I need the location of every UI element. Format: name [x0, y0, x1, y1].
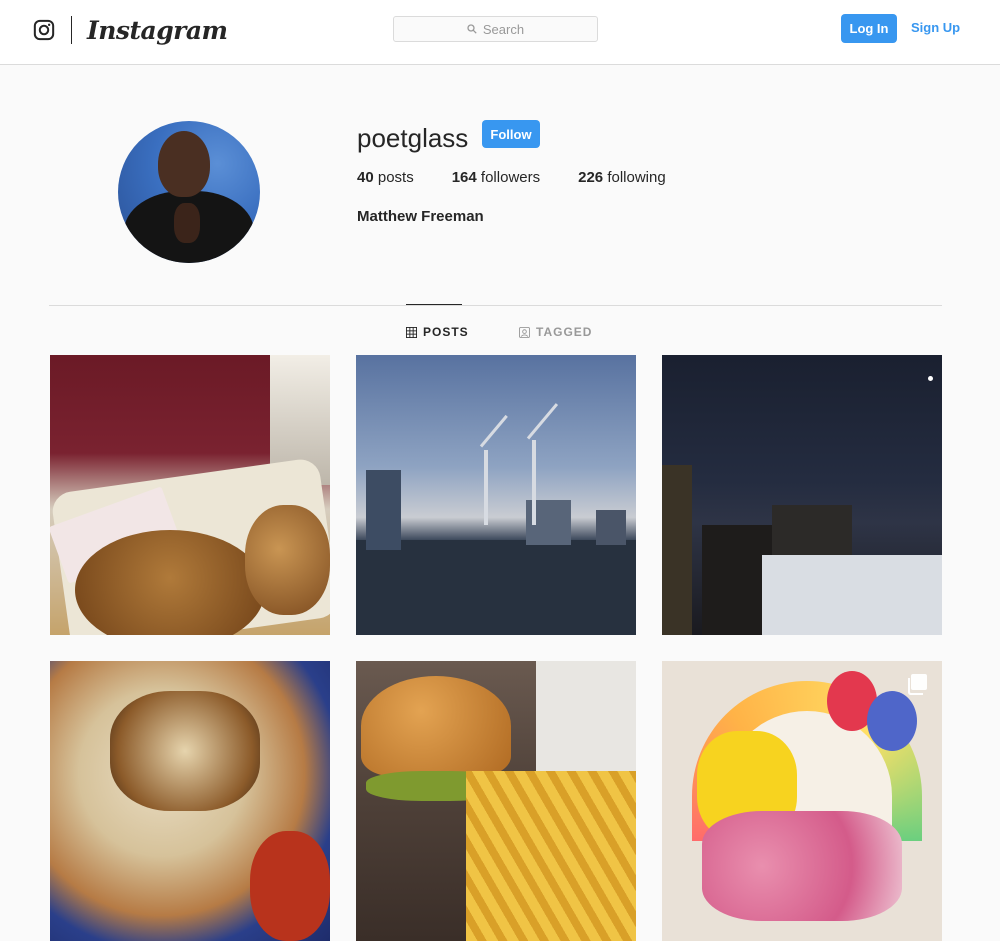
post-photo-shape	[867, 691, 917, 751]
profile-avatar[interactable]	[118, 121, 260, 263]
post-photo-shape	[466, 771, 636, 941]
post-thumbnail[interactable]	[356, 661, 636, 941]
post-photo-shape	[536, 661, 636, 771]
posts-stat: 40 posts	[357, 169, 414, 186]
posts-label: posts	[377, 169, 414, 186]
post-thumbnail[interactable]	[50, 661, 330, 941]
post-photo-shape	[366, 470, 401, 550]
multiple-posts-icon	[908, 674, 927, 695]
followers-count: 164	[451, 169, 477, 186]
instagram-glyph-icon[interactable]	[33, 19, 55, 41]
grid-icon	[406, 326, 417, 338]
post-photo-shape	[361, 676, 511, 776]
post-thumbnail[interactable]	[662, 661, 942, 941]
following-count: 226	[578, 169, 604, 186]
avatar-shape	[158, 131, 210, 197]
search-placeholder: Search	[482, 21, 525, 37]
search-input[interactable]: Search	[393, 16, 598, 42]
posts-count: 40	[357, 169, 374, 186]
following-label: following	[607, 169, 666, 186]
tab-posts-label: POSTS	[423, 325, 469, 339]
post-thumbnail[interactable]	[356, 355, 636, 635]
top-navigation-bar: Instagram Search Log In Sign Up	[0, 0, 1000, 65]
post-photo-shape	[250, 831, 330, 941]
post-photo-shape	[356, 540, 636, 635]
brand[interactable]: Instagram	[33, 14, 228, 46]
post-photo-shape	[702, 811, 902, 921]
log-in-button[interactable]: Log In	[841, 14, 897, 43]
followers-label: followers	[480, 169, 541, 186]
sign-up-link[interactable]: Sign Up	[911, 20, 960, 35]
post-photo-shape	[484, 450, 488, 525]
post-thumbnail[interactable]	[662, 355, 942, 635]
post-thumbnail[interactable]	[50, 355, 330, 635]
active-tab-indicator	[406, 304, 462, 305]
tab-tagged-label: TAGGED	[536, 325, 593, 339]
tab-posts[interactable]: POSTS	[406, 325, 469, 339]
post-photo-shape	[532, 440, 536, 525]
search-icon	[467, 24, 477, 34]
post-photo-shape	[245, 505, 330, 615]
post-photo-shape	[662, 465, 692, 635]
avatar-shape	[174, 203, 200, 243]
follow-button[interactable]: Follow	[482, 120, 540, 148]
post-photo-shape	[479, 414, 508, 448]
post-photo-shape	[110, 691, 260, 811]
post-photo-shape	[596, 510, 626, 545]
profile-full-name: Matthew Freeman	[357, 208, 484, 225]
brand-divider	[71, 16, 72, 44]
following-stat[interactable]: 226 following	[578, 169, 666, 186]
post-photo-shape	[526, 403, 559, 440]
tagged-icon	[519, 326, 530, 338]
post-photo-shape	[762, 555, 942, 635]
tab-tagged[interactable]: TAGGED	[519, 325, 592, 339]
tabs-divider	[49, 305, 942, 306]
post-photo-shape	[928, 376, 933, 381]
profile-stats: 40 posts 164 followers 226 following	[357, 169, 704, 186]
instagram-wordmark[interactable]: Instagram	[87, 18, 228, 43]
profile-username: poetglass	[357, 123, 469, 153]
followers-stat[interactable]: 164 followers	[452, 169, 540, 186]
